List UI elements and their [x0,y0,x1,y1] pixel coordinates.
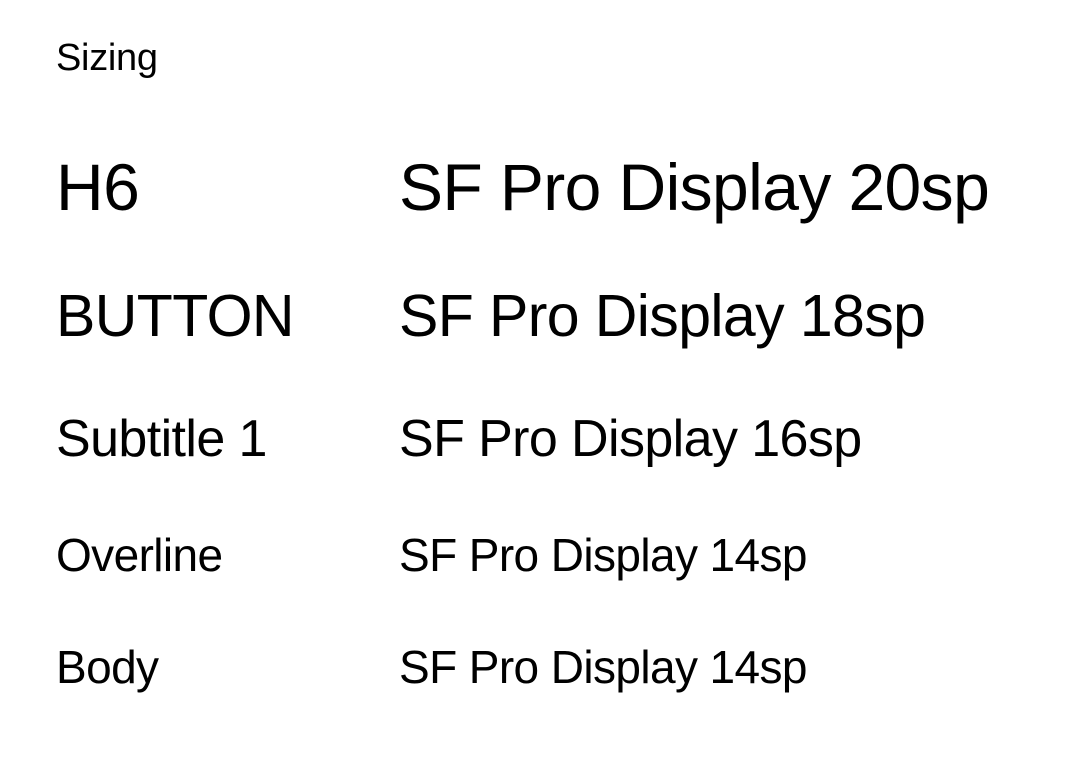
type-style-name: Body [56,641,159,693]
type-row-subtitle-1: Subtitle 1 SF Pro Display 16sp [0,408,1068,472]
type-style-spec: SF Pro Display 16sp [399,410,862,468]
type-style-spec: SF Pro Display 14sp [399,529,807,581]
type-style-name: Subtitle 1 [56,410,267,468]
type-row-button: BUTTON SF Pro Display 18sp [0,282,1068,354]
type-style-name: Overline [56,529,223,581]
type-row-body: Body SF Pro Display 14sp [0,640,1068,696]
page-title: Sizing [56,37,158,79]
type-style-spec: SF Pro Display 20sp [399,150,990,224]
type-style-spec: SF Pro Display 18sp [399,283,926,349]
type-style-spec: SF Pro Display 14sp [399,641,807,693]
type-style-name: H6 [56,150,140,224]
type-row-h6: H6 SF Pro Display 20sp [0,148,1068,232]
type-style-name: BUTTON [56,283,294,349]
type-row-overline: Overline SF Pro Display 14sp [0,528,1068,584]
